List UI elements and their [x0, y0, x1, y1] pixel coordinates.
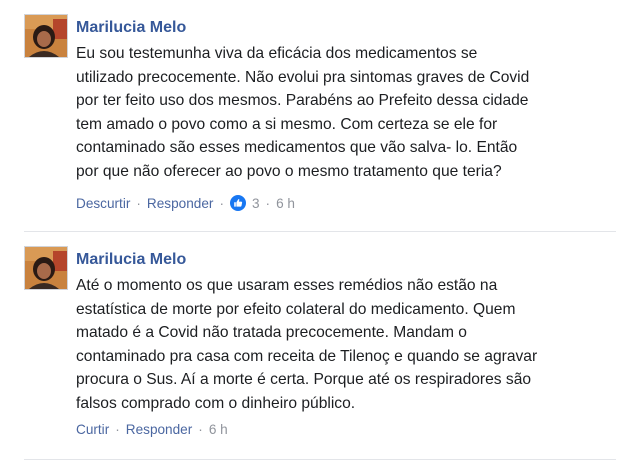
comment-timestamp[interactable]: 6 h: [209, 422, 228, 437]
comment-author[interactable]: Marilucia Melo: [76, 251, 186, 269]
like-button[interactable]: Curtir: [76, 422, 109, 437]
separator: ·: [265, 195, 271, 211]
comment: Marilucia Melo Até o momento os que usar…: [0, 232, 640, 464]
separator: ·: [198, 422, 203, 437]
comment-text: Eu sou testemunha viva da eficácia dos m…: [76, 45, 530, 180]
reply-button[interactable]: Responder: [126, 422, 193, 437]
comment-actions: Descurtir · Responder · 3 · 6 h: [76, 195, 295, 211]
separator: ·: [136, 195, 141, 211]
unlike-button[interactable]: Descurtir: [76, 196, 130, 211]
thumbs-up-icon[interactable]: [229, 195, 246, 211]
avatar[interactable]: [24, 246, 68, 290]
reaction-count[interactable]: 3: [252, 196, 260, 211]
comment-author[interactable]: Marilucia Melo: [76, 19, 186, 37]
comment-text: Até o momento os que usaram esses remédi…: [76, 277, 538, 412]
divider: [24, 459, 616, 460]
avatar[interactable]: [24, 14, 68, 58]
separator: ·: [115, 422, 120, 437]
reply-button[interactable]: Responder: [147, 196, 214, 211]
comment-actions: Curtir · Responder · 6 h: [76, 422, 228, 437]
comment: Marilucia Melo Eu sou testemunha viva da…: [0, 0, 640, 232]
separator: ·: [219, 195, 224, 211]
comment-timestamp[interactable]: 6 h: [276, 196, 295, 211]
